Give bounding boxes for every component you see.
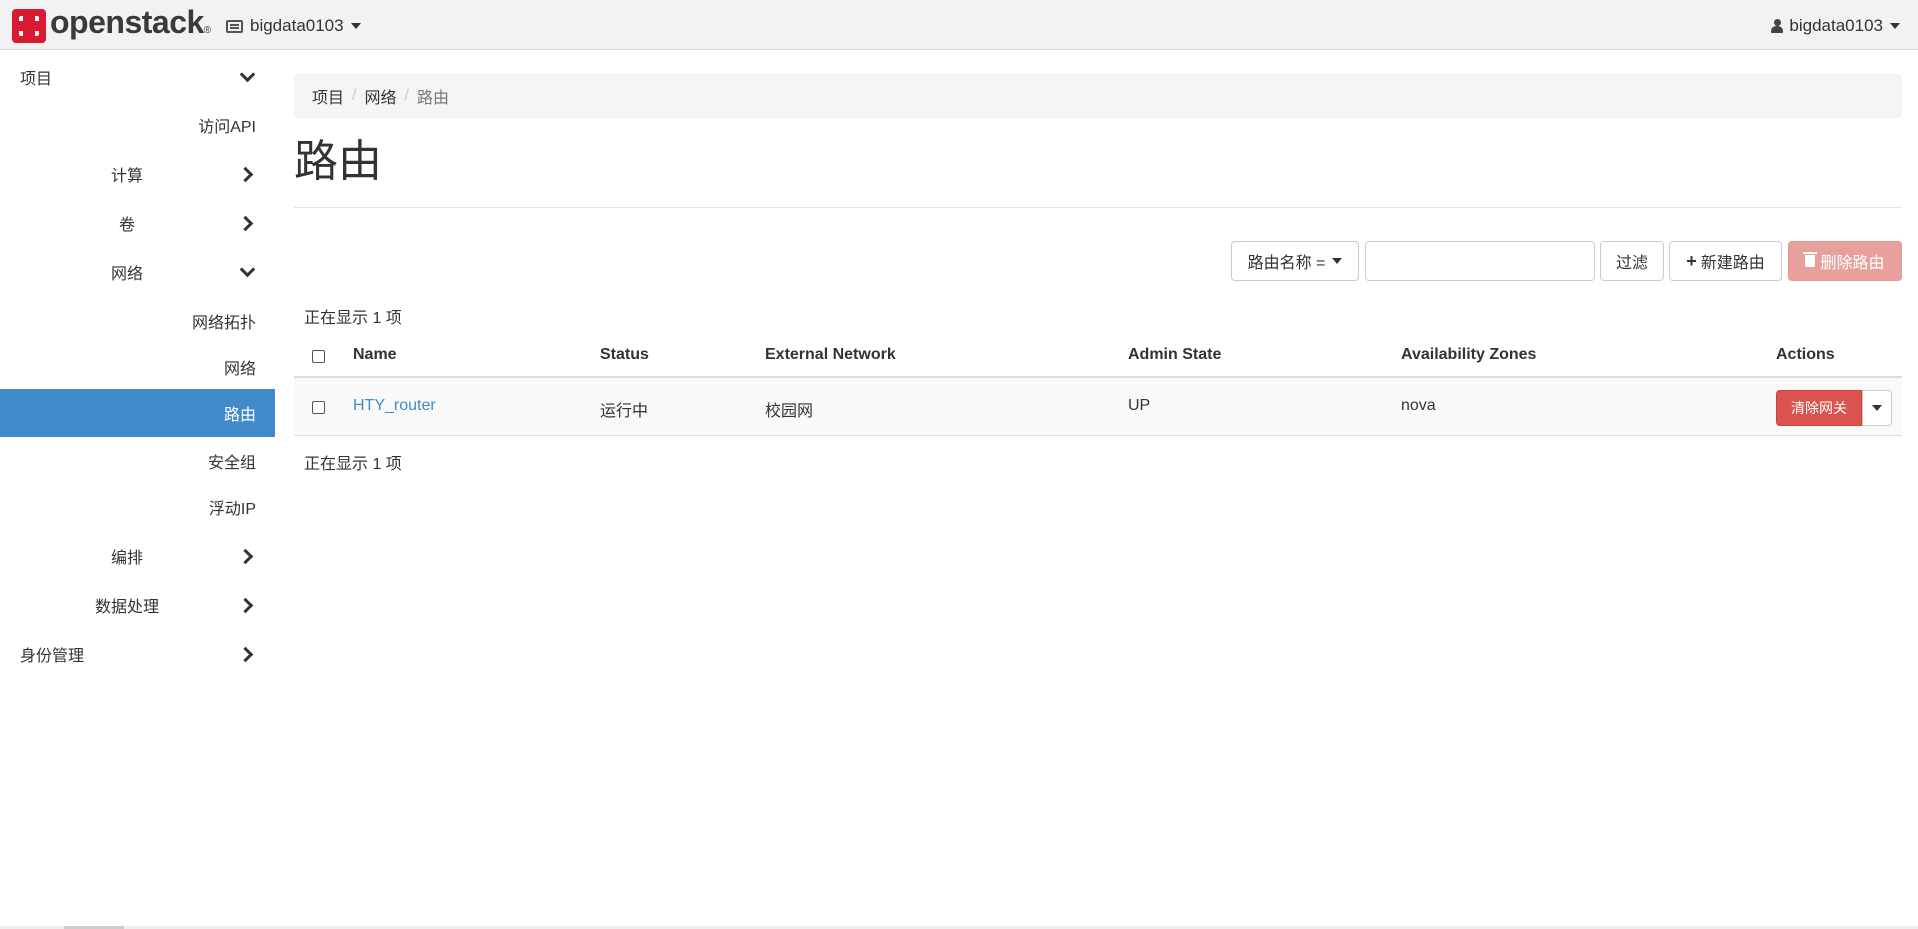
page-title: 路由 [294, 137, 382, 186]
filter-field-label: 路由名称 = [1247, 255, 1326, 272]
sidebar-item-networks[interactable]: 网络 [0, 343, 275, 391]
sidebar-item-label: 编排 [111, 550, 144, 567]
clear-gateway-button[interactable]: 清除网关 [1776, 390, 1862, 426]
router-availability-zones: nova [1401, 397, 1436, 414]
sidebar-item-project[interactable]: 项目 [0, 53, 275, 101]
sidebar-item-label: 浮动IP [208, 501, 256, 518]
sidebar-item-label: 卷 [119, 217, 136, 234]
sidebar-item-routers[interactable]: 路由 [0, 389, 275, 437]
top-navbar: openstack® bigdata0103 bigdata0103 [0, 0, 1918, 50]
breadcrumb-routers: 路由 [416, 90, 449, 107]
sidebar-item-data-processing[interactable]: 数据处理 [0, 581, 275, 629]
row-checkbox[interactable] [312, 401, 325, 414]
sidebar-item-label: 身份管理 [20, 648, 85, 665]
item-count-bottom: 正在显示 1 项 [304, 456, 402, 473]
chevron-right-icon [237, 215, 254, 231]
sidebar-item-label: 网络 [223, 361, 256, 378]
project-name: bigdata0103 [250, 16, 344, 35]
project-selector[interactable]: bigdata0103 [226, 15, 361, 37]
breadcrumb-separator: / [352, 87, 357, 104]
plus-icon: + [1686, 250, 1697, 271]
openstack-logo-icon [12, 9, 46, 43]
sidebar-item-label: 访问API [198, 119, 256, 136]
user-menu[interactable]: bigdata0103 [1771, 15, 1900, 37]
sidebar-item-access-api[interactable]: 访问API [0, 101, 275, 149]
sidebar-item-label: 路由 [223, 407, 256, 424]
user-icon [1771, 19, 1784, 33]
router-external-network: 校园网 [765, 403, 814, 420]
router-status: 运行中 [600, 403, 649, 420]
filter-input[interactable] [1365, 241, 1595, 281]
caret-down-icon [1332, 258, 1343, 264]
sidebar-item-label: 网络 [111, 266, 144, 283]
create-router-button[interactable]: + 新建路由 [1669, 241, 1782, 281]
breadcrumb-project[interactable]: 项目 [312, 84, 344, 108]
trash-icon [1803, 252, 1818, 267]
caret-down-icon [1872, 405, 1882, 411]
sidebar-item-orchestration[interactable]: 编排 [0, 532, 275, 580]
chevron-right-icon [237, 646, 254, 662]
header-status[interactable]: Status [600, 346, 649, 364]
sidebar-item-identity[interactable]: 身份管理 [0, 630, 275, 678]
chevron-down-icon [239, 66, 256, 82]
delete-router-button[interactable]: 删除路由 [1788, 241, 1902, 281]
select-all-checkbox[interactable] [312, 350, 325, 363]
breadcrumb-separator: / [404, 87, 409, 104]
openstack-logo[interactable]: openstack® [12, 5, 211, 43]
user-name: bigdata0103 [1789, 16, 1883, 35]
item-count-top: 正在显示 1 项 [304, 310, 402, 327]
sidebar-item-label: 数据处理 [95, 599, 160, 616]
sidebar-item-label: 计算 [111, 168, 144, 185]
sidebar-item-network-topology[interactable]: 网络拓扑 [0, 297, 275, 345]
more-actions-button[interactable] [1862, 390, 1892, 426]
chevron-right-icon [237, 548, 254, 564]
sidebar-item-floating-ip[interactable]: 浮动IP [0, 483, 275, 531]
sidebar: 项目 访问API 计算 卷 网络 网络拓扑 网络 路由 安全组 浮动IP 编排 … [0, 51, 275, 929]
filter-field-dropdown[interactable]: 路由名称 = [1231, 241, 1359, 281]
sidebar-item-network[interactable]: 网络 [0, 248, 275, 296]
project-icon [226, 19, 243, 33]
chevron-right-icon [237, 597, 254, 613]
sidebar-item-compute[interactable]: 计算 [0, 150, 275, 198]
breadcrumb: 项目 / 网络 / 路由 [294, 74, 1902, 118]
header-admin-state[interactable]: Admin State [1128, 346, 1221, 364]
caret-down-icon [1890, 23, 1900, 29]
caret-down-icon [350, 23, 361, 29]
sidebar-item-security-groups[interactable]: 安全组 [0, 437, 275, 485]
header-external-network[interactable]: External Network [765, 346, 896, 364]
breadcrumb-network[interactable]: 网络 [364, 84, 396, 108]
sidebar-item-volumes[interactable]: 卷 [0, 199, 275, 247]
create-router-label: 新建路由 [1700, 255, 1765, 272]
title-divider [294, 207, 1902, 208]
chevron-right-icon [237, 166, 254, 182]
chevron-down-icon [239, 261, 256, 277]
router-admin-state: UP [1128, 397, 1151, 414]
filter-button[interactable]: 过滤 [1600, 241, 1664, 281]
delete-router-label: 删除路由 [1820, 255, 1885, 272]
header-availability-zones[interactable]: Availability Zones [1401, 346, 1536, 364]
sidebar-item-label: 网络拓扑 [191, 315, 256, 332]
logo-text: openstack® [50, 3, 211, 40]
table-row: HTY_router 运行中 校园网 UP nova 清除网关 [294, 378, 1902, 436]
header-actions: Actions [1776, 346, 1835, 363]
header-name[interactable]: Name [353, 346, 397, 364]
router-name-link[interactable]: HTY_router [353, 397, 436, 415]
sidebar-item-label: 安全组 [207, 455, 256, 472]
sidebar-item-label: 项目 [20, 71, 53, 88]
table-header: Name Status External Network Admin State… [294, 336, 1902, 378]
